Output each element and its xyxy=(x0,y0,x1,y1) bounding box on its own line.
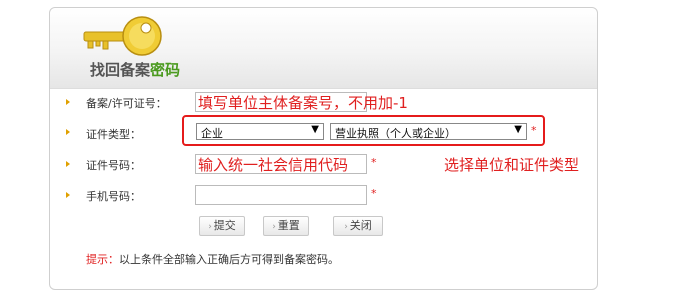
bullet-icon xyxy=(66,161,70,167)
dropdown-arrow-icon: ▼ xyxy=(514,124,522,135)
record-number-value: 填写单位主体备案号，不用加-1 xyxy=(198,94,408,112)
chevron-right-icon: › xyxy=(272,222,276,232)
entity-type-value: 企业 xyxy=(201,127,223,140)
close-button[interactable]: › 关闭 xyxy=(333,216,383,236)
bullet-icon xyxy=(66,129,70,135)
panel-header: 找回备案密码 xyxy=(50,8,597,89)
title-highlight: 密码 xyxy=(150,61,181,79)
close-button-label: 关闭 xyxy=(349,219,372,232)
id-number-value: 输入统一社会信用代码 xyxy=(198,156,349,174)
chevron-right-icon: › xyxy=(208,222,212,232)
record-number-label: 备案/许可证号： xyxy=(86,97,167,110)
phone-number-label: 手机号码： xyxy=(86,190,141,203)
bullet-icon xyxy=(66,192,70,198)
required-mark: * xyxy=(371,156,377,169)
hint-prefix: 提示： xyxy=(86,253,119,266)
dropdown-arrow-icon: ▼ xyxy=(311,124,319,135)
certificate-type-select[interactable]: 营业执照（个人或企业） ▼ xyxy=(330,123,527,140)
id-number-label: 证件号码： xyxy=(86,159,141,172)
required-mark: * xyxy=(531,124,537,137)
entity-type-select[interactable]: 企业 ▼ xyxy=(196,123,324,140)
chevron-right-icon: › xyxy=(344,222,348,232)
phone-number-input[interactable] xyxy=(195,185,367,205)
reset-button[interactable]: › 重置 xyxy=(263,216,309,236)
key-icon xyxy=(83,16,162,56)
bullet-icon xyxy=(66,99,70,105)
hint-body: 以上条件全部输入正确后方可得到备案密码。 xyxy=(119,253,339,266)
title-prefix: 找回备案 xyxy=(90,61,151,79)
select-type-annotation: 选择单位和证件类型 xyxy=(444,156,580,174)
submit-button-label: 提交 xyxy=(213,219,236,232)
required-mark: * xyxy=(371,187,377,200)
hint-text: 提示：以上条件全部输入正确后方可得到备案密码。 xyxy=(86,251,339,267)
submit-button[interactable]: › 提交 xyxy=(199,216,245,236)
certificate-type-value: 营业执照（个人或企业） xyxy=(335,127,456,140)
page-title: 找回备案密码 xyxy=(90,59,180,80)
recover-password-panel: 找回备案密码 xyxy=(49,7,598,290)
reset-button-label: 重置 xyxy=(277,219,300,232)
cert-type-label: 证件类型： xyxy=(86,128,141,141)
